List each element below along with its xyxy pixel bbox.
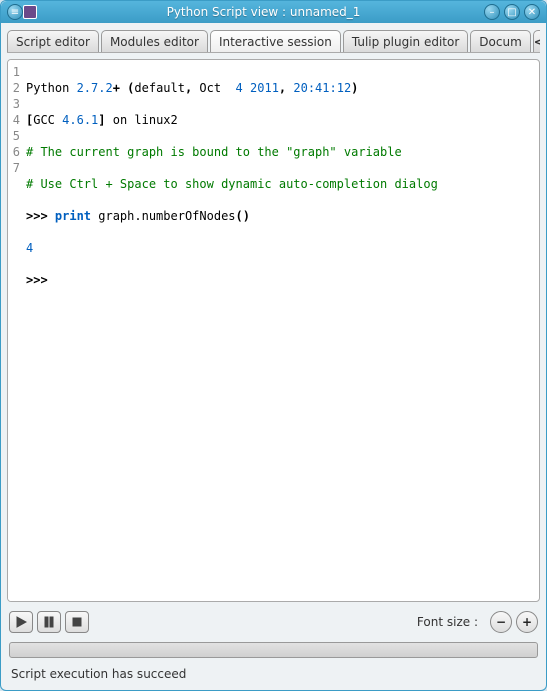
stop-button[interactable] xyxy=(65,611,89,633)
tab-bar: Script editor Modules editor Interactive… xyxy=(7,29,540,53)
progress-bar xyxy=(9,642,538,658)
line-number: 3 xyxy=(8,96,20,112)
maximize-button[interactable]: □ xyxy=(504,4,520,20)
line-number: 1 xyxy=(8,64,20,80)
window-menu-button[interactable]: ≡ xyxy=(7,4,23,20)
pause-button[interactable] xyxy=(37,611,61,633)
tab-interactive-session[interactable]: Interactive session xyxy=(210,30,341,53)
line-number: 4 xyxy=(8,112,20,128)
line-number: 7 xyxy=(8,160,20,176)
font-increase-button[interactable]: + xyxy=(516,611,538,633)
code-line: >>> xyxy=(26,272,535,288)
code-editor[interactable]: 1 2 3 4 5 6 7 Python 2.7.2+ (default, Oc… xyxy=(7,59,540,602)
line-number-gutter: 1 2 3 4 5 6 7 xyxy=(8,60,22,601)
tab-label: Tulip plugin editor xyxy=(352,35,459,49)
code-line: Python 2.7.2+ (default, Oct 4 2011, 20:4… xyxy=(26,80,535,96)
status-bar: Script execution has succeed xyxy=(7,664,540,684)
font-decrease-button[interactable]: − xyxy=(490,611,512,633)
tab-script-editor[interactable]: Script editor xyxy=(7,30,99,53)
titlebar: ≡ Python Script view : unnamed_1 – □ ✕ xyxy=(1,1,546,23)
window-title: Python Script view : unnamed_1 xyxy=(43,5,484,19)
minimize-button[interactable]: – xyxy=(484,4,500,20)
line-number: 5 xyxy=(8,128,20,144)
tab-modules-editor[interactable]: Modules editor xyxy=(101,30,208,53)
plus-icon: + xyxy=(522,615,532,629)
status-text: Script execution has succeed xyxy=(11,667,186,681)
minus-icon: − xyxy=(496,615,506,629)
main-window: ≡ Python Script view : unnamed_1 – □ ✕ S… xyxy=(0,0,547,691)
tab-scroll-left[interactable]: < xyxy=(533,30,540,53)
content-area: Script editor Modules editor Interactive… xyxy=(1,23,546,690)
code-line: # Use Ctrl + Space to show dynamic auto-… xyxy=(26,176,535,192)
tab-label: Docum xyxy=(479,35,521,49)
font-size-label: Font size : xyxy=(417,615,478,629)
line-number: 6 xyxy=(8,144,20,160)
close-button[interactable]: ✕ xyxy=(524,4,540,20)
tab-label: Interactive session xyxy=(219,35,332,49)
tab-label: Modules editor xyxy=(110,35,199,49)
tab-tulip-plugin-editor[interactable]: Tulip plugin editor xyxy=(343,30,468,53)
code-line: [GCC 4.6.1] on linux2 xyxy=(26,112,535,128)
play-icon xyxy=(15,616,27,628)
controls-bar: Font size : − + xyxy=(7,608,540,636)
code-line: >>> print graph.numberOfNodes() xyxy=(26,208,535,224)
line-number: 2 xyxy=(8,80,20,96)
chevron-left-icon: < xyxy=(534,35,540,49)
tab-label: Script editor xyxy=(16,35,90,49)
tab-documentation[interactable]: Docum xyxy=(470,30,530,53)
window-buttons: – □ ✕ xyxy=(484,4,540,20)
app-icon xyxy=(23,5,37,19)
code-line: # The current graph is bound to the "gra… xyxy=(26,144,535,160)
pause-icon xyxy=(43,616,55,628)
stop-icon xyxy=(71,616,83,628)
code-area[interactable]: Python 2.7.2+ (default, Oct 4 2011, 20:4… xyxy=(22,60,539,601)
code-line: 4 xyxy=(26,240,535,256)
run-button[interactable] xyxy=(9,611,33,633)
